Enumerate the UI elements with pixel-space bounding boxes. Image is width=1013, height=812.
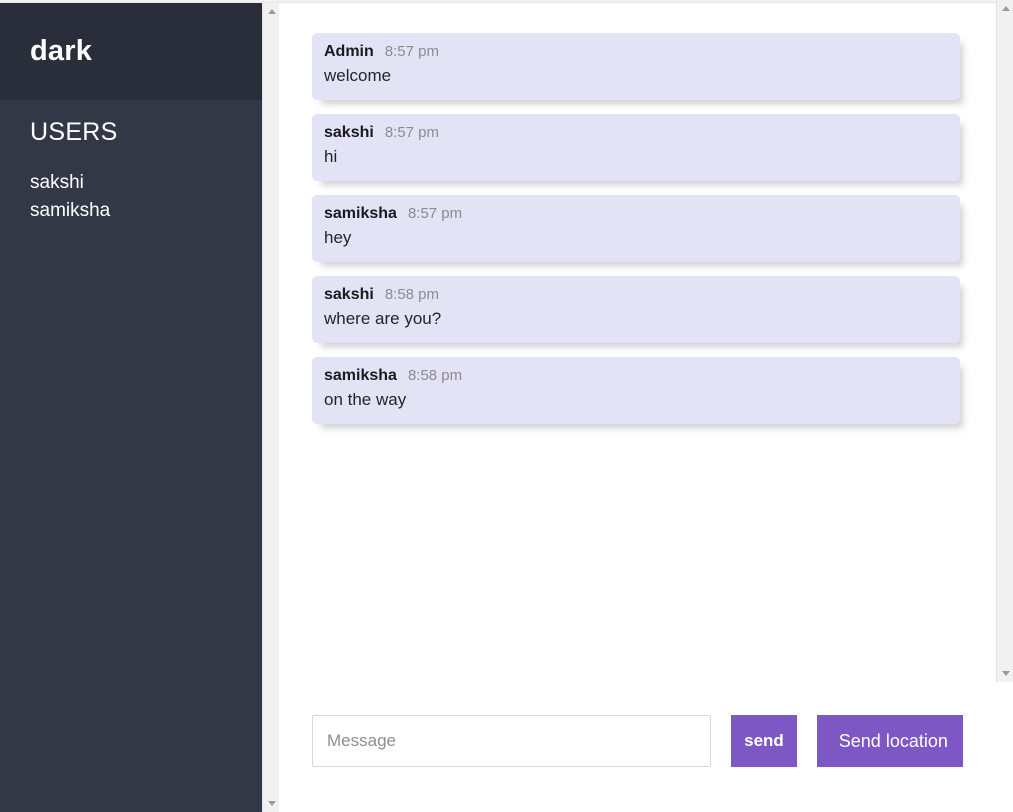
message-meta: samiksha 8:58 pm	[324, 367, 946, 385]
user-list: sakshi samiksha	[30, 169, 232, 225]
list-item[interactable]: sakshi	[30, 169, 232, 197]
send-location-button[interactable]: Send location	[816, 715, 963, 767]
list-item[interactable]: samiksha	[30, 197, 232, 225]
message-timestamp: 8:58 pm	[407, 367, 463, 384]
triangle-up-icon[interactable]	[997, 0, 1013, 17]
message-author: Admin	[324, 43, 374, 60]
message-author: sakshi	[324, 286, 374, 303]
message-item: samiksha 8:58 pm on the way	[312, 357, 960, 424]
sidebar: dark USERS sakshi samiksha	[0, 3, 262, 812]
message-author: samiksha	[324, 367, 397, 384]
sidebar-scrollbar[interactable]	[262, 3, 279, 812]
message-composer: send Send location	[280, 693, 996, 812]
message-author: sakshi	[324, 124, 374, 141]
message-timestamp: 8:58 pm	[384, 286, 440, 303]
message-text: hi	[324, 147, 338, 166]
triangle-down-icon[interactable]	[997, 665, 1013, 682]
message-item: Admin 8:57 pm welcome	[312, 33, 960, 100]
message-text: where are you?	[324, 309, 442, 328]
message-text: hey	[324, 228, 352, 247]
message-meta: samiksha 8:57 pm	[324, 205, 946, 223]
message-meta: sakshi 8:57 pm	[324, 124, 946, 142]
message-item: sakshi 8:58 pm where are you?	[312, 276, 960, 343]
message-author: samiksha	[324, 205, 397, 222]
message-text: on the way	[324, 390, 407, 409]
message-item: sakshi 8:57 pm hi	[312, 114, 960, 181]
chat-panel: Admin 8:57 pm welcome sakshi 8:57 pm hi …	[280, 3, 996, 812]
message-meta: sakshi 8:58 pm	[324, 286, 946, 304]
message-item: samiksha 8:57 pm hey	[312, 195, 960, 262]
send-button[interactable]: send	[731, 715, 797, 767]
message-list: Admin 8:57 pm welcome sakshi 8:57 pm hi …	[280, 3, 996, 693]
sidebar-header: dark	[0, 3, 262, 100]
triangle-down-icon[interactable]	[263, 795, 280, 812]
chat-app-window: dark USERS sakshi samiksha Admin 8:57 pm…	[0, 0, 1013, 812]
message-meta: Admin 8:57 pm	[324, 43, 946, 61]
message-input[interactable]	[312, 715, 712, 767]
users-heading: USERS	[30, 118, 118, 146]
messages-scrollbar[interactable]	[996, 0, 1013, 682]
triangle-up-icon[interactable]	[263, 3, 280, 20]
message-timestamp: 8:57 pm	[407, 205, 463, 222]
room-title: dark	[30, 35, 93, 67]
sidebar-body: USERS sakshi samiksha	[0, 100, 262, 225]
message-timestamp: 8:57 pm	[384, 43, 439, 60]
message-timestamp: 8:57 pm	[384, 124, 440, 141]
message-text: welcome	[324, 66, 392, 85]
